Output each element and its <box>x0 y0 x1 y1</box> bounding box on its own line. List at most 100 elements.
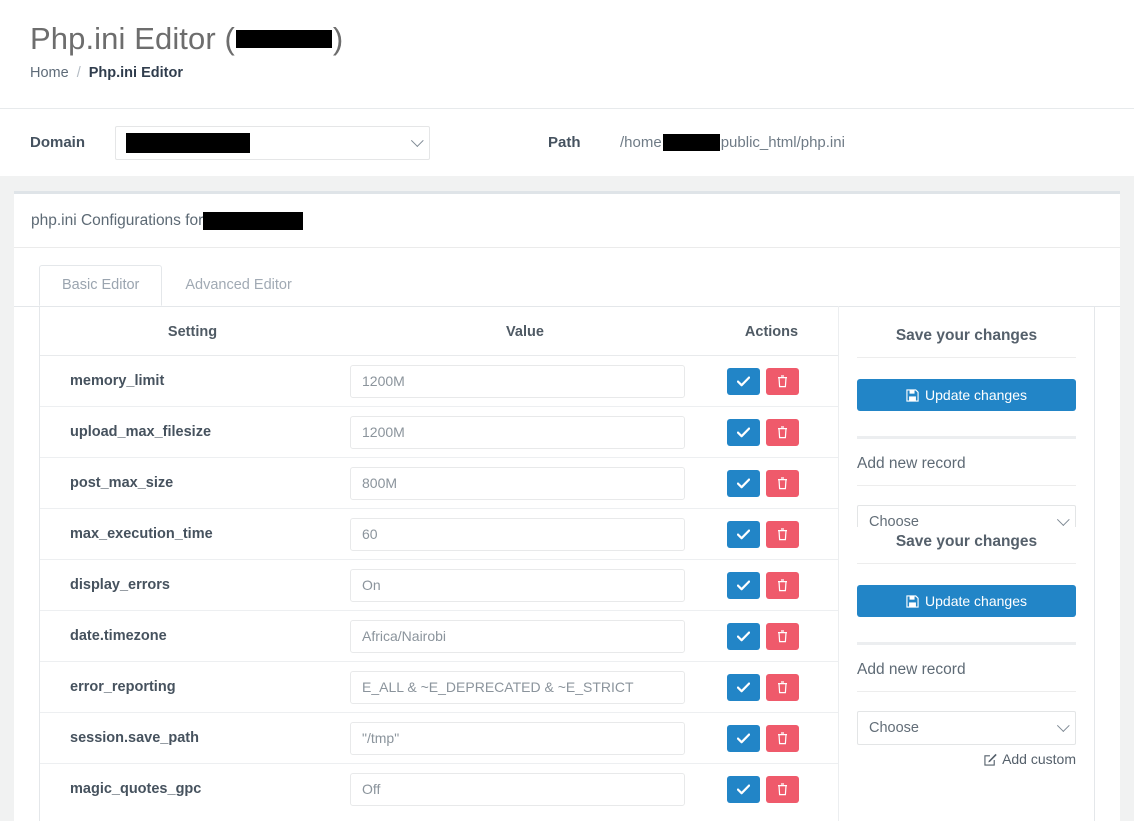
table-row: max_execution_time <box>40 508 838 560</box>
setting-value-cell <box>345 508 705 560</box>
table-row: session.save_path <box>40 712 838 764</box>
domain-path-bar: Domain Path /home public_html/php.ini <box>0 108 1134 176</box>
confirm-button[interactable] <box>727 367 760 395</box>
panel-heading-text: php.ini Configurations for <box>31 212 204 229</box>
tab-basic-editor[interactable]: Basic Editor <box>39 265 163 306</box>
table-row: post_max_size <box>40 457 838 509</box>
confirm-button[interactable] <box>727 571 760 599</box>
tab-basic-editor-label: Basic Editor <box>62 277 140 293</box>
chevron-down-icon <box>1056 719 1070 733</box>
delete-button[interactable] <box>766 367 799 395</box>
setting-value-input[interactable] <box>350 619 685 653</box>
path-value: /home public_html/php.ini <box>620 134 845 151</box>
add-record-select[interactable]: Choose <box>857 711 1076 745</box>
table-row: date.timezone <box>40 610 838 662</box>
floppy-disk-icon <box>906 594 919 608</box>
setting-value-input[interactable] <box>350 772 685 806</box>
page-title: Php.ini Editor ( ) <box>30 21 1134 56</box>
delete-button[interactable] <box>766 469 799 497</box>
setting-value-cell <box>345 457 705 509</box>
setting-value-cell <box>345 355 705 407</box>
row-actions <box>705 661 838 713</box>
column-header-setting: Setting <box>40 306 345 356</box>
setting-name: post_max_size <box>40 457 345 509</box>
breadcrumb-separator: / <box>76 65 81 82</box>
update-changes-button[interactable]: Update changes <box>857 379 1076 411</box>
table-row: upload_max_filesize <box>40 406 838 458</box>
tab-advanced-editor-label: Advanced Editor <box>185 277 292 293</box>
setting-value-input[interactable] <box>350 568 685 602</box>
update-changes-label: Update changes <box>925 387 1027 403</box>
confirm-button[interactable] <box>727 520 760 548</box>
setting-value-cell <box>345 712 705 764</box>
setting-name: memory_limit <box>40 355 345 407</box>
setting-value-input[interactable] <box>350 721 685 755</box>
setting-value-input[interactable] <box>350 670 685 704</box>
path-label: Path <box>548 134 581 151</box>
chevron-down-icon <box>1056 513 1070 527</box>
table-header-row: Setting Value Actions <box>40 306 838 356</box>
confirm-button[interactable] <box>727 622 760 650</box>
row-actions <box>705 406 838 458</box>
setting-value-input[interactable] <box>350 517 685 551</box>
delete-button[interactable] <box>766 724 799 752</box>
setting-value-input[interactable] <box>350 415 685 449</box>
setting-value-input[interactable] <box>350 364 685 398</box>
redacted-path-user <box>662 134 720 151</box>
confirm-button[interactable] <box>727 673 760 701</box>
row-actions <box>705 508 838 560</box>
setting-name: error_reporting <box>40 661 345 713</box>
add-record-select-value: Choose <box>869 720 919 736</box>
sidebar-block-1: Save your changes Update changes Add new… <box>839 321 1094 561</box>
setting-value-cell <box>345 559 705 611</box>
delete-button[interactable] <box>766 520 799 548</box>
page-title-suffix: ) <box>332 21 344 56</box>
settings-table-wrap: Setting Value Actions memory_limit 1200M… <box>40 306 838 821</box>
row-actions <box>705 712 838 764</box>
delete-button[interactable] <box>766 673 799 701</box>
setting-value-cell <box>345 661 705 713</box>
breadcrumb-home-link[interactable]: Home <box>30 65 69 81</box>
row-actions <box>705 610 838 662</box>
save-changes-title: Save your changes <box>857 527 1076 564</box>
table-row: error_reporting <box>40 661 838 713</box>
delete-button[interactable] <box>766 622 799 650</box>
column-header-value: Value <box>345 306 705 356</box>
save-changes-title: Save your changes <box>857 321 1076 358</box>
setting-name: max_execution_time <box>40 508 345 560</box>
tab-advanced-editor[interactable]: Advanced Editor <box>162 265 314 306</box>
table-row: display_errors <box>40 559 838 611</box>
domain-select[interactable] <box>115 125 430 160</box>
delete-button[interactable] <box>766 571 799 599</box>
redacted-heading-domain <box>203 212 304 230</box>
panel-heading: php.ini Configurations for <box>14 194 1120 248</box>
delete-button[interactable] <box>766 418 799 446</box>
row-actions <box>705 355 838 407</box>
add-custom-label: Add custom <box>1002 751 1076 767</box>
redacted-domain-title <box>235 30 332 49</box>
chevron-down-icon <box>410 133 424 147</box>
setting-value-input[interactable] <box>350 466 685 500</box>
floppy-disk-icon <box>906 388 919 402</box>
setting-value-cell <box>345 764 705 815</box>
confirm-button[interactable] <box>727 418 760 446</box>
update-changes-button[interactable]: Update changes <box>857 585 1076 617</box>
confirm-button[interactable] <box>727 469 760 497</box>
setting-name: magic_quotes_gpc <box>70 781 202 798</box>
confirm-button[interactable] <box>727 775 760 803</box>
confirm-button[interactable] <box>727 724 760 752</box>
settings-table: Setting Value Actions memory_limit 1200M… <box>40 306 838 815</box>
setting-name: display_errors <box>40 559 345 611</box>
add-custom-link[interactable]: Add custom <box>857 751 1076 767</box>
setting-value-cell <box>345 406 705 458</box>
pencil-square-icon <box>984 753 997 766</box>
content-panel: php.ini Configurations for Basic Editor … <box>14 191 1120 821</box>
table-row: memory_limit <box>40 355 838 407</box>
row-actions <box>705 764 838 815</box>
add-new-record-title: Add new record <box>857 439 1076 486</box>
add-new-record-title: Add new record <box>857 645 1076 692</box>
delete-button[interactable] <box>766 775 799 803</box>
editor-tabs: Basic Editor Advanced Editor <box>14 249 1120 307</box>
path-group: Path /home public_html/php.ini <box>548 134 845 151</box>
breadcrumb: Home / Php.ini Editor <box>30 65 1134 81</box>
